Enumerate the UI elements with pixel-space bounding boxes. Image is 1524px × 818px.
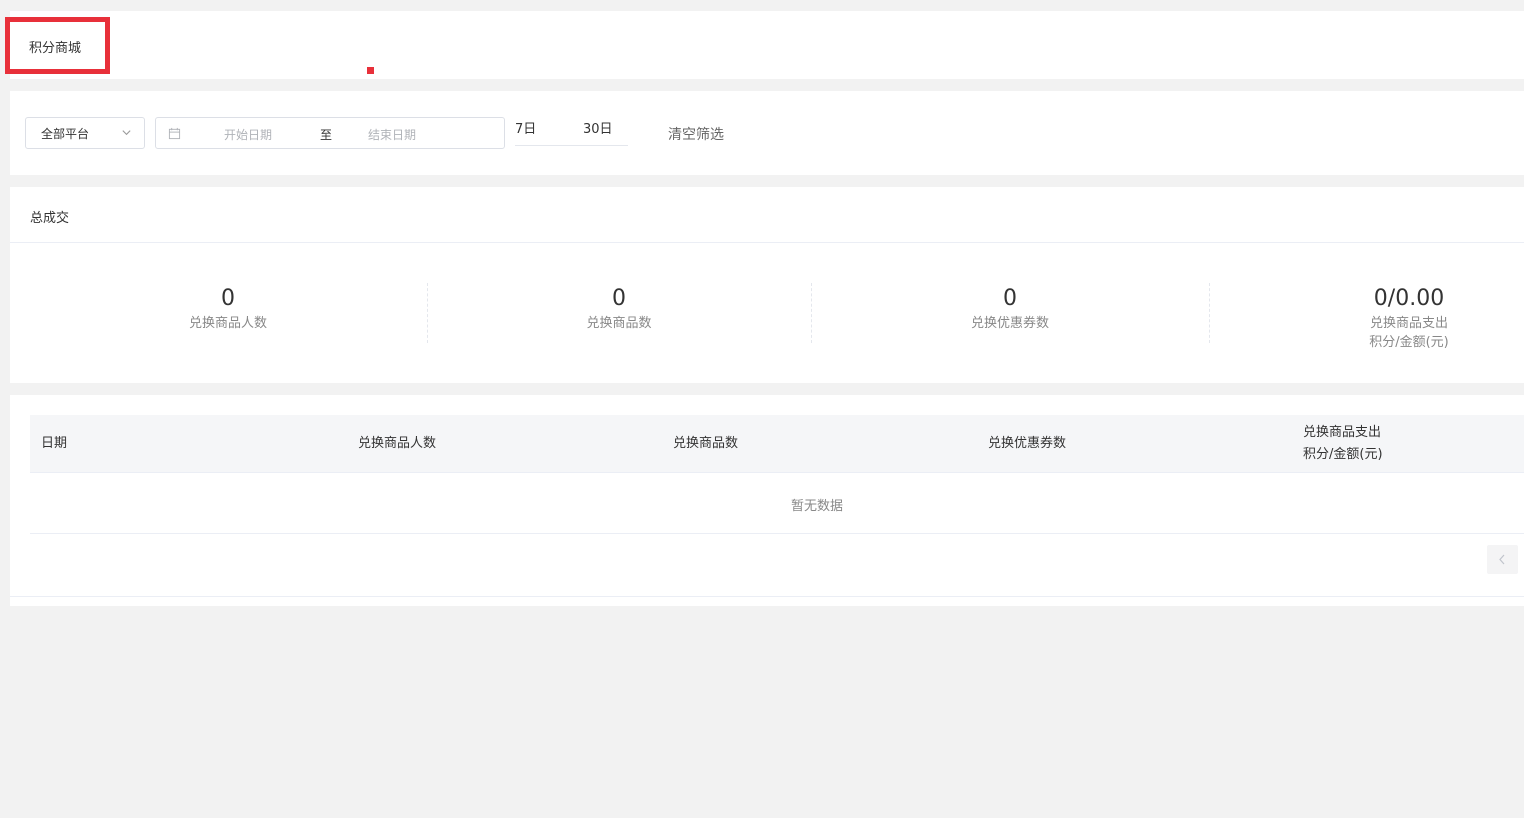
stat-label: 兑换优惠券数	[970, 316, 1049, 331]
range-separator: 至	[320, 128, 333, 142]
column-header-exchange-spend: 兑换商品支出	[1303, 425, 1382, 440]
stat-label: 兑换商品数	[586, 316, 652, 331]
divider	[10, 596, 1524, 597]
column-header-exchange-users: 兑换商品人数	[358, 436, 437, 451]
quick-range-tabs: 7日 30日	[515, 116, 628, 146]
quick-range-30-days[interactable]: 30日	[583, 118, 613, 137]
calendar-icon	[168, 127, 181, 140]
tab-indicator	[367, 67, 374, 74]
chevron-down-icon	[122, 130, 131, 136]
column-header-exchange-coupons: 兑换优惠券数	[988, 436, 1067, 451]
divider	[811, 283, 812, 343]
platform-select[interactable]: 全部平台	[25, 117, 145, 149]
clear-filter-button[interactable]: 清空筛选	[668, 124, 724, 144]
platform-select-value: 全部平台	[41, 127, 90, 141]
table-empty-row: 暂无数据	[30, 474, 1524, 534]
stat-label: 积分/金额(元)	[1369, 335, 1449, 350]
page-title[interactable]: 积分商城	[29, 37, 81, 56]
empty-state-text: 暂无数据	[791, 499, 844, 514]
divider	[1209, 283, 1210, 343]
stat-value: 0	[221, 286, 235, 311]
divider	[10, 242, 1524, 243]
stat-exchange-spend: 0/0.00 兑换商品支出 积分/金额(元)	[1349, 284, 1469, 352]
table-header: 日期 兑换商品人数 兑换商品数 兑换优惠券数 兑换商品支出 积分/金额(元)	[30, 415, 1524, 473]
stat-exchange-coupons: 0 兑换优惠券数	[950, 284, 1070, 333]
start-date-input[interactable]: 开始日期	[224, 126, 272, 143]
stat-value: 0	[1003, 286, 1017, 311]
header-card	[10, 11, 1524, 79]
date-range-picker[interactable]: 开始日期 至 结束日期	[155, 117, 505, 149]
end-date-input[interactable]: 结束日期	[368, 126, 416, 143]
chevron-left-icon	[1499, 554, 1505, 565]
stats-section-title: 总成交	[30, 211, 70, 226]
stat-label: 兑换商品人数	[188, 316, 267, 331]
quick-range-7-days[interactable]: 7日	[515, 118, 536, 137]
pagination-prev-button[interactable]	[1487, 545, 1518, 574]
stat-label: 兑换商品支出	[1369, 316, 1448, 331]
column-header-exchange-products: 兑换商品数	[673, 436, 739, 451]
column-header-date: 日期	[41, 436, 68, 451]
stat-value: 0/0.00	[1373, 286, 1445, 311]
stat-value: 0	[612, 286, 626, 311]
stat-exchange-users: 0 兑换商品人数	[168, 284, 288, 333]
stat-exchange-products: 0 兑换商品数	[559, 284, 679, 333]
column-header-exchange-spend-unit: 积分/金额(元)	[1303, 447, 1383, 462]
divider	[427, 283, 428, 343]
